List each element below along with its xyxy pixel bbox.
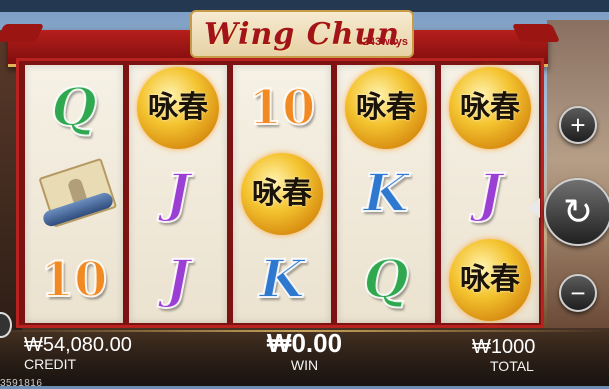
ten-symbol-icon: 10 <box>248 80 317 136</box>
j-symbol-icon: J <box>165 249 192 310</box>
round-id: 3591816 <box>0 378 43 389</box>
reel-cell: J <box>129 237 227 323</box>
reel-cell <box>25 151 123 237</box>
total-value: ₩1000 <box>472 336 536 358</box>
wing-chun-coin-icon: 咏春 <box>449 239 531 321</box>
k-symbol-icon: K <box>362 163 409 224</box>
increase-bet-button[interactable]: + <box>559 106 597 144</box>
reel-cell: Q <box>337 237 435 323</box>
reel-cell: K <box>233 237 331 323</box>
reel-cell: 咏春 <box>441 65 539 151</box>
reel-cell: J <box>129 151 227 237</box>
ten-symbol-icon: 10 <box>40 252 109 308</box>
reel-cell: K <box>337 151 435 237</box>
scroll-book-icon <box>28 153 121 234</box>
q-symbol-icon: Q <box>362 249 409 310</box>
reel-3: 10 咏春 K <box>233 65 331 323</box>
total-label: TOTAL <box>490 358 534 374</box>
reel-cell: Q <box>25 65 123 151</box>
spin-button[interactable]: ↻ <box>544 178 609 246</box>
wing-chun-coin-icon: 咏春 <box>241 153 323 235</box>
reel-cell: 咏春 <box>129 65 227 151</box>
j-symbol-icon: J <box>477 163 504 224</box>
reel-cell: 咏春 <box>337 65 435 151</box>
coin-label: 咏春 <box>148 90 208 125</box>
plus-icon: + <box>570 109 586 140</box>
reel-cell: 咏春 <box>233 151 331 237</box>
coin-label: 咏春 <box>356 90 416 125</box>
reel-cell: 10 <box>233 65 331 151</box>
reel-5: 咏春 J 咏春 <box>441 65 539 323</box>
j-symbol-icon: J <box>165 163 192 224</box>
q-symbol-icon: Q <box>50 77 97 138</box>
wing-chun-coin-icon: 咏春 <box>449 67 531 149</box>
coin-label: 咏春 <box>252 176 312 211</box>
k-symbol-icon: K <box>258 249 305 310</box>
coin-label: 咏春 <box>460 262 520 297</box>
game-logo: Wing Chun 243ways <box>190 10 414 58</box>
ways-badge: 243ways <box>362 36 408 48</box>
reel-cell: 10 <box>25 237 123 323</box>
reel-frame: Q 10 咏春 J J 10 咏春 K 咏春 K Q 咏春 J 咏春 <box>16 58 544 328</box>
reel-cell: 咏春 <box>441 237 539 323</box>
total-bet-display[interactable]: ₩1000 TOTAL <box>470 336 560 374</box>
coin-label: 咏春 <box>460 90 520 125</box>
wing-chun-coin-icon: 咏春 <box>345 67 427 149</box>
spin-icon: ↻ <box>562 191 594 232</box>
reel-4: 咏春 K Q <box>337 65 435 323</box>
wing-chun-coin-icon: 咏春 <box>137 67 219 149</box>
decrease-bet-button[interactable]: − <box>559 274 597 312</box>
reel-1: Q 10 <box>25 65 123 323</box>
reel-2: 咏春 J J <box>129 65 227 323</box>
minus-icon: − <box>570 277 586 308</box>
reel-cell: J <box>441 151 539 237</box>
collapse-arrow-icon[interactable] <box>528 198 540 218</box>
